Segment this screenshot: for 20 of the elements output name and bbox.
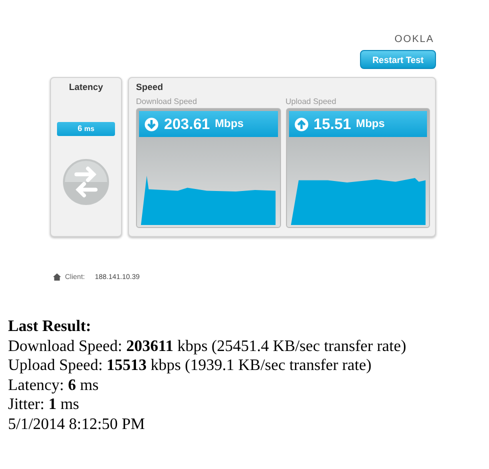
- down-arrow-icon: [144, 116, 159, 132]
- speed-unit: Mbps: [356, 118, 385, 130]
- speed-value: 203.61: [164, 116, 210, 132]
- meter-label: Download Speed: [136, 97, 198, 106]
- speed-value: 15.51: [314, 116, 352, 132]
- result-line: Download Speed: 203611 kbps (25451.4 KB/sec transfer rate): [8, 336, 408, 356]
- logo: OOKLA: [394, 34, 434, 45]
- ping-arrows-icon: [62, 158, 110, 206]
- speed-title: Speed: [136, 82, 164, 92]
- latency-title: Latency: [68, 82, 103, 92]
- speed-unit: Mbps: [214, 118, 244, 130]
- home-icon: [53, 273, 61, 281]
- result-line: Latency: 6 ms: [8, 376, 100, 395]
- up-arrow-icon: [294, 116, 308, 132]
- result-title: Last Result:: [8, 317, 92, 336]
- result-line: Jitter: 1 ms: [8, 395, 80, 414]
- restart-test-button[interactable]: Restart Test: [360, 50, 436, 69]
- result-line: 5/1/2014 8:12:50 PM: [8, 414, 146, 434]
- result-line: Upload Speed: 15513 kbps (1939.1 KB/sec transfer rate): [8, 356, 372, 376]
- meter-label: Upload Speed: [286, 97, 338, 106]
